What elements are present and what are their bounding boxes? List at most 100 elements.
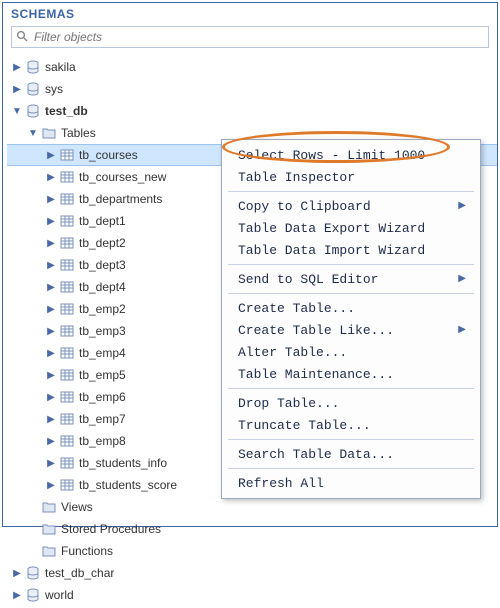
expand-icon[interactable]: ▶	[11, 590, 23, 601]
expand-icon[interactable]: ▶	[45, 282, 57, 293]
menu-label: Truncate Table...	[238, 418, 371, 433]
table-icon	[59, 391, 75, 403]
table-label: tb_dept3	[77, 258, 126, 272]
collapse-icon[interactable]: ▼	[27, 128, 39, 139]
menu-label: Send to SQL Editor	[238, 272, 378, 287]
menu-select-rows[interactable]: Select Rows - Limit 1000	[222, 144, 480, 166]
menu-label: Search Table Data...	[238, 447, 394, 462]
views-folder[interactable]: Views	[7, 496, 497, 518]
expand-icon[interactable]: ▶	[45, 216, 57, 227]
table-icon	[59, 435, 75, 447]
expand-icon[interactable]: ▶	[45, 172, 57, 183]
db-test-db-char[interactable]: ▶ test_db_char	[7, 562, 497, 584]
menu-separator	[228, 264, 474, 265]
expand-icon[interactable]: ▶	[45, 458, 57, 469]
table-label: tb_emp5	[77, 368, 126, 382]
table-icon	[59, 149, 75, 161]
table-label: tb_departments	[77, 192, 162, 206]
expand-icon[interactable]: ▶	[45, 260, 57, 271]
menu-label: Copy to Clipboard	[238, 199, 371, 214]
db-sakila[interactable]: ▶ sakila	[7, 56, 497, 78]
menu-label: Refresh All	[238, 476, 324, 491]
menu-separator	[228, 191, 474, 192]
menu-separator	[228, 293, 474, 294]
menu-create-table[interactable]: Create Table...	[222, 297, 480, 319]
table-label: tb_dept4	[77, 280, 126, 294]
menu-export-wizard[interactable]: Table Data Export Wizard	[222, 217, 480, 239]
menu-send-sql[interactable]: Send to SQL Editor ▶	[222, 268, 480, 290]
table-label: tb_emp4	[77, 346, 126, 360]
menu-table-maintenance[interactable]: Table Maintenance...	[222, 363, 480, 385]
menu-label: Table Maintenance...	[238, 367, 394, 382]
table-label: tb_emp6	[77, 390, 126, 404]
expand-icon[interactable]: ▶	[45, 436, 57, 447]
menu-search-table-data[interactable]: Search Table Data...	[222, 443, 480, 465]
menu-alter-table[interactable]: Alter Table...	[222, 341, 480, 363]
menu-separator	[228, 439, 474, 440]
table-label: tb_emp3	[77, 324, 126, 338]
menu-label: Alter Table...	[238, 345, 347, 360]
expand-icon[interactable]: ▶	[45, 326, 57, 337]
folder-label: Functions	[59, 544, 113, 558]
table-label: tb_courses_new	[77, 170, 166, 184]
expand-icon[interactable]: ▶	[11, 568, 23, 579]
folder-icon	[41, 545, 57, 557]
table-label: tb_dept2	[77, 236, 126, 250]
folder-icon	[41, 523, 57, 535]
table-label: tb_emp2	[77, 302, 126, 316]
folder-label: Tables	[59, 126, 96, 140]
filter-box[interactable]	[11, 26, 489, 48]
table-icon	[59, 347, 75, 359]
database-icon	[25, 60, 41, 74]
menu-truncate-table[interactable]: Truncate Table...	[222, 414, 480, 436]
table-icon	[59, 215, 75, 227]
table-label: tb_students_info	[77, 456, 167, 470]
submenu-arrow-icon: ▶	[458, 273, 466, 285]
expand-icon[interactable]: ▶	[45, 480, 57, 491]
menu-label: Drop Table...	[238, 396, 339, 411]
schemas-panel: SCHEMAS ▶ sakila ▶ sys ▼	[2, 2, 498, 527]
expand-icon[interactable]: ▶	[45, 370, 57, 381]
table-icon	[59, 457, 75, 469]
table-icon	[59, 303, 75, 315]
stored-procedures-folder[interactable]: Stored Procedures	[7, 518, 497, 540]
expand-icon[interactable]: ▶	[11, 84, 23, 95]
table-label: tb_students_score	[77, 478, 177, 492]
folder-icon	[41, 127, 57, 139]
expand-icon[interactable]: ▶	[45, 304, 57, 315]
db-test-db[interactable]: ▼ test_db	[7, 100, 497, 122]
filter-input[interactable]	[32, 28, 484, 46]
table-icon	[59, 171, 75, 183]
expand-icon[interactable]: ▶	[45, 414, 57, 425]
collapse-icon[interactable]: ▼	[11, 106, 23, 117]
expand-icon[interactable]: ▶	[45, 392, 57, 403]
table-context-menu: Select Rows - Limit 1000 Table Inspector…	[221, 139, 481, 499]
menu-refresh-all[interactable]: Refresh All	[222, 472, 480, 494]
menu-label: Select Rows - Limit 1000	[238, 148, 425, 163]
menu-import-wizard[interactable]: Table Data Import Wizard	[222, 239, 480, 261]
menu-table-inspector[interactable]: Table Inspector	[222, 166, 480, 188]
db-sys[interactable]: ▶ sys	[7, 78, 497, 100]
folder-icon	[41, 501, 57, 513]
database-icon	[25, 82, 41, 96]
expand-icon[interactable]: ▶	[45, 194, 57, 205]
submenu-arrow-icon: ▶	[458, 324, 466, 336]
menu-drop-table[interactable]: Drop Table...	[222, 392, 480, 414]
expand-icon[interactable]: ▶	[45, 348, 57, 359]
menu-create-table-like[interactable]: Create Table Like...▶	[222, 319, 480, 341]
menu-separator	[228, 388, 474, 389]
menu-copy-clipboard[interactable]: Copy to Clipboard▶	[222, 195, 480, 217]
db-world[interactable]: ▶ world	[7, 584, 497, 606]
expand-icon[interactable]: ▶	[11, 62, 23, 73]
menu-separator	[228, 468, 474, 469]
menu-label: Table Inspector	[238, 170, 355, 185]
folder-label: Stored Procedures	[59, 522, 161, 536]
expand-icon[interactable]: ▶	[45, 238, 57, 249]
menu-label: Table Data Import Wizard	[238, 243, 425, 258]
database-icon	[25, 104, 41, 118]
functions-folder[interactable]: Functions	[7, 540, 497, 562]
menu-label: Table Data Export Wizard	[238, 221, 425, 236]
expand-icon[interactable]: ▶	[45, 150, 57, 161]
db-label: sakila	[43, 60, 76, 74]
table-icon	[59, 369, 75, 381]
